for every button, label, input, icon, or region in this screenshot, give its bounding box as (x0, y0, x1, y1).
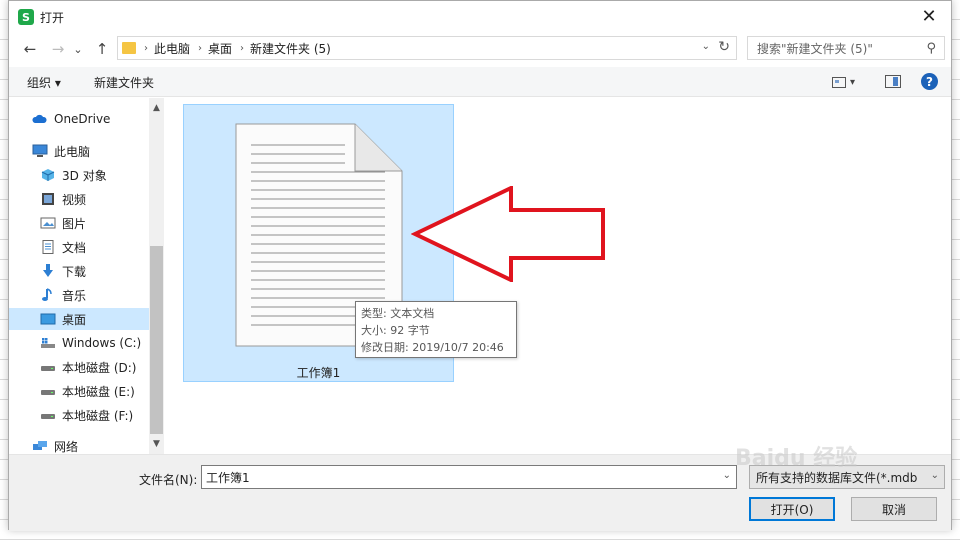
chevron-down-icon: ▾ (850, 76, 856, 88)
file-name-label: 工作簿1 (296, 366, 341, 380)
cancel-button[interactable]: 取消 (851, 497, 937, 521)
sidebar-item-label: 本地磁盘 (E:) (62, 384, 135, 399)
breadcrumb-this-pc[interactable]: 此电脑 (154, 40, 190, 57)
back-button[interactable]: ← (19, 38, 41, 60)
drive-icon (41, 366, 55, 371)
chevron-down-icon[interactable]: ⌄ (723, 470, 731, 481)
scroll-down-icon[interactable]: ▼ (149, 436, 164, 452)
sidebar-item-videos[interactable]: 视频 (9, 188, 149, 210)
video-icon (42, 193, 54, 205)
sidebar-scrollbar[interactable]: ▲ ▼ (149, 98, 164, 454)
chevron-down-icon: ⌄ (930, 470, 939, 481)
sidebar-item-drive-c[interactable]: Windows (C:) (9, 332, 149, 354)
red-arrow-annotation (411, 186, 605, 282)
preview-pane-button[interactable] (885, 75, 901, 88)
chevron-down-icon[interactable]: ⌄ (702, 41, 710, 52)
scroll-up-icon[interactable]: ▲ (149, 100, 164, 116)
sidebar-item-pictures[interactable]: 图片 (9, 212, 149, 234)
cloud-icon (32, 114, 47, 123)
dialog-title: 打开 (40, 10, 65, 25)
chevron-right-icon[interactable]: › (198, 43, 202, 54)
sidebar-item-label: 此电脑 (54, 144, 91, 159)
sidebar-item-label: 本地磁盘 (F:) (62, 408, 134, 423)
close-button[interactable]: ✕ (907, 1, 951, 31)
sidebar-item-3d-objects[interactable]: 3D 对象 (9, 164, 149, 186)
tooltip-type: 类型: 文本文档 (361, 307, 435, 320)
title-bar: S 打开 ✕ (9, 1, 951, 33)
dialog-footer: 文件名(N): 工作簿1 ⌄ 所有支持的数据库文件(*.mdb ⌄ 打开(O) … (9, 454, 951, 531)
organize-menu[interactable]: 组织 ▾ (27, 74, 61, 91)
breadcrumb-desktop[interactable]: 桌面 (208, 40, 232, 57)
sidebar-item-downloads[interactable]: 下载 (9, 260, 149, 282)
windows-drive-icon (41, 338, 55, 348)
filename-value: 工作簿1 (206, 470, 250, 485)
file-type-value: 所有支持的数据库文件(*.mdb (756, 470, 918, 485)
drive-icon (41, 390, 55, 395)
sidebar-item-label: 本地磁盘 (D:) (62, 360, 137, 375)
sidebar-item-label: 桌面 (62, 312, 87, 327)
sidebar-item-drive-d[interactable]: 本地磁盘 (D:) (9, 356, 149, 378)
change-view-button[interactable]: ▾ (832, 74, 868, 90)
recent-locations-button[interactable]: ⌄ (71, 38, 85, 60)
filename-label: 文件名(N): (139, 473, 198, 487)
sidebar-item-label: 下载 (62, 264, 87, 279)
forward-button[interactable]: → (47, 38, 69, 60)
navigation-pane: OneDrive 此电脑 3D 对象 视频 图片 文档 下载 音乐 桌面 Win… (9, 98, 164, 454)
picture-icon (40, 217, 56, 229)
address-bar[interactable]: › 此电脑 › 桌面 › 新建文件夹 (5) ⌄ ↻ (117, 36, 737, 60)
up-button[interactable]: ↑ (91, 38, 113, 60)
search-placeholder: 搜索"新建文件夹 (5)" (757, 41, 873, 56)
computer-icon (32, 144, 48, 157)
sidebar-item-desktop[interactable]: 桌面 (9, 308, 149, 330)
sidebar-item-label: Windows (C:) (62, 336, 142, 350)
tooltip-modified: 修改日期: 2019/10/7 20:46 (361, 341, 504, 354)
help-icon[interactable]: ? (921, 73, 938, 90)
sidebar-item-label: 视频 (62, 192, 87, 207)
search-icon[interactable]: ⚲ (926, 41, 936, 56)
sidebar-item-documents[interactable]: 文档 (9, 236, 149, 258)
open-file-dialog: S 打开 ✕ ← → ⌄ ↑ › 此电脑 › 桌面 › 新建文件夹 (5) ⌄ … (8, 0, 952, 531)
open-button[interactable]: 打开(O) (749, 497, 835, 521)
sidebar-item-label: 网络 (54, 439, 79, 454)
view-icon (832, 76, 846, 88)
scroll-thumb[interactable] (150, 246, 163, 434)
sidebar-item-drive-e[interactable]: 本地磁盘 (E:) (9, 380, 149, 402)
file-type-select[interactable]: 所有支持的数据库文件(*.mdb ⌄ (749, 465, 945, 489)
filename-input[interactable]: 工作簿1 ⌄ (201, 465, 737, 489)
desktop-icon (40, 313, 56, 325)
new-folder-button[interactable]: 新建文件夹 (94, 74, 154, 91)
cube-icon (41, 169, 55, 181)
tooltip-size: 大小: 92 字节 (361, 324, 430, 337)
breadcrumb-new-folder[interactable]: 新建文件夹 (5) (250, 40, 331, 57)
sidebar-item-onedrive[interactable]: OneDrive (9, 108, 149, 130)
network-icon (33, 441, 47, 450)
folder-icon (122, 42, 136, 54)
download-icon (43, 264, 53, 277)
command-toolbar: 组织 ▾ 新建文件夹 ▾ ? (9, 67, 951, 97)
chevron-right-icon[interactable]: › (240, 43, 244, 54)
sidebar-item-label: 音乐 (62, 288, 87, 303)
sidebar-item-label: OneDrive (54, 112, 111, 126)
file-info-tooltip: 类型: 文本文档 大小: 92 字节 修改日期: 2019/10/7 20:46 (355, 301, 517, 358)
drive-icon (41, 414, 55, 419)
sidebar-item-this-pc[interactable]: 此电脑 (9, 140, 149, 162)
sidebar-item-music[interactable]: 音乐 (9, 284, 149, 306)
chevron-right-icon[interactable]: › (144, 43, 148, 54)
wps-app-icon: S (18, 9, 34, 25)
music-icon (42, 288, 52, 301)
file-list-area[interactable]: 工作簿1 类型: 文本文档 大小: 92 字节 修改日期: 2019/10/7 … (175, 98, 951, 454)
sidebar-item-label: 文档 (62, 240, 87, 255)
navigation-bar: ← → ⌄ ↑ › 此电脑 › 桌面 › 新建文件夹 (5) ⌄ ↻ 搜索"新建… (9, 35, 951, 63)
refresh-icon[interactable]: ↻ (718, 39, 730, 55)
sidebar-item-label: 3D 对象 (62, 168, 107, 183)
sidebar-item-label: 图片 (62, 216, 87, 231)
document-icon (42, 240, 54, 254)
search-input[interactable]: 搜索"新建文件夹 (5)" ⚲ (747, 36, 945, 60)
sidebar-item-drive-f[interactable]: 本地磁盘 (F:) (9, 404, 149, 426)
